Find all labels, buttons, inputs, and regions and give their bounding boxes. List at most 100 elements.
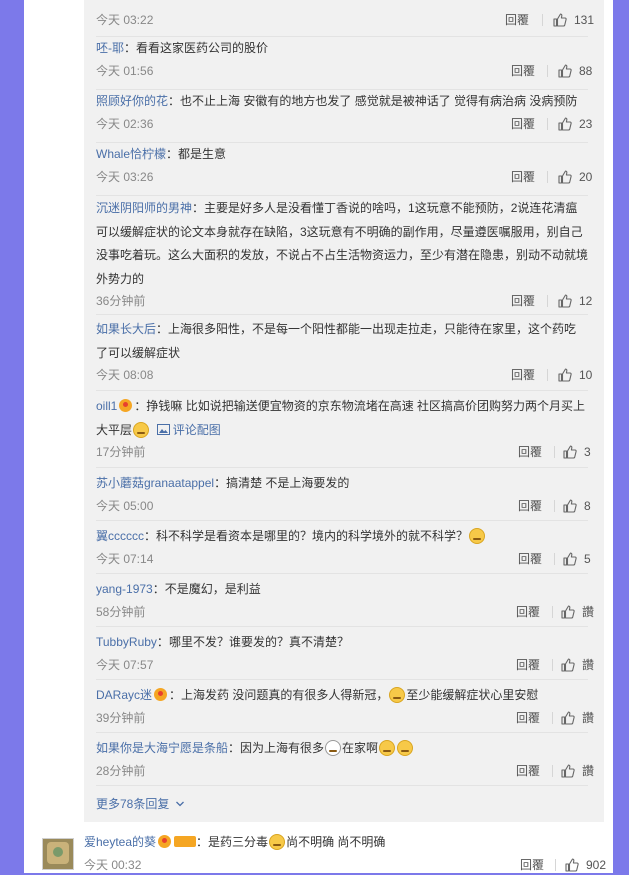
- thumbs-up-icon: [561, 710, 575, 725]
- reply-text: TubbyRuby：哪里不发？谁要发的？真不清楚？: [96, 635, 349, 649]
- vip-badge-icon: [158, 835, 172, 848]
- reply-item: 今天 03:22 回覆 131: [96, 10, 594, 30]
- reply-username[interactable]: Whale恰柠檬: [96, 147, 166, 161]
- reply-meta: 今天 03:26 回覆 20: [96, 167, 592, 187]
- reply-button[interactable]: 回覆: [516, 708, 540, 728]
- image-icon: [156, 423, 170, 435]
- reply-button[interactable]: 回覆: [511, 61, 535, 81]
- reply-button[interactable]: 回覆: [511, 291, 535, 311]
- reply-username[interactable]: 翼cccccc: [96, 529, 144, 543]
- emoji-icon: [269, 834, 286, 850]
- reply-meta: 今天 08:08 回覆 10: [96, 365, 592, 385]
- reply-text: 苏小蘑菇granaatappel：搞清楚 不是上海要发的: [96, 476, 350, 490]
- avatar[interactable]: [42, 838, 74, 870]
- reply-body: 搞清楚 不是上海要发的: [226, 476, 350, 490]
- divider: [547, 369, 548, 381]
- image-link[interactable]: 评论配图: [156, 423, 221, 437]
- divider: [96, 195, 588, 196]
- reply-username[interactable]: 如果你是大海宁愿是条船: [96, 741, 228, 755]
- reply-username[interactable]: 如果长大后: [96, 322, 156, 336]
- fan-badge-icon: [174, 836, 197, 847]
- reply-text: 如果长大后：上海很多阳性，不是每一个阳性都能一出现走拉走，只能待在家里，这个药吃…: [96, 322, 577, 360]
- reply-meta: 今天 07:57 回覆 讚: [96, 655, 594, 675]
- reply-item: 呸-耶：看看这家医药公司的股价 今天 01:56 回覆 88: [96, 37, 592, 81]
- reply-body: 哪里不发？谁要发的？真不清楚？: [168, 635, 349, 649]
- reply-meta: 17分钟前 回覆 3: [96, 442, 591, 462]
- reply-button[interactable]: 回覆: [520, 855, 544, 875]
- thumbs-up-icon: [563, 498, 577, 513]
- reply-button[interactable]: 回覆: [511, 365, 535, 385]
- comment-meta: 今天 00:32 回覆 902: [84, 855, 606, 875]
- divider: [96, 390, 588, 391]
- like-count: 讚: [582, 710, 595, 725]
- reply-item: 如果你是大海宁愿是条船：因为上海有很多 在家啊 28分钟前 回覆 讚: [96, 737, 594, 781]
- divider: [547, 64, 548, 77]
- reply-username[interactable]: 沉迷阴阳师的男神: [96, 201, 192, 215]
- reply-username[interactable]: TubbyRuby: [96, 635, 157, 649]
- emoji-icon: [325, 740, 342, 756]
- comment-text: 爱heytea的葵 ：是药三分毒 尚不明确 尚不明确: [84, 834, 386, 850]
- thumbs-up-icon: [563, 445, 577, 459]
- reply-time: 28分钟前: [96, 763, 146, 778]
- reply-username[interactable]: yang-1973: [96, 582, 153, 596]
- reply-item: DARayc迷 ：上海发药 没问题真的有很多人得新冠， 至少能缓解症状心里安慰 39…: [96, 684, 594, 728]
- reply-button[interactable]: 回覆: [516, 761, 540, 781]
- reply-item: 沉迷阴阳师的男神：主要是好多人是没看懂丁香说的啥吗，1这玩意不能预防，2说连花清…: [96, 197, 592, 311]
- reply-button[interactable]: 回覆: [505, 10, 529, 30]
- comment-item: 爱heytea的葵 ：是药三分毒 尚不明确 尚不明确 今天 00:32 回覆 902: [84, 831, 606, 875]
- reply-meta: 今天 07:14 回覆 5: [96, 549, 591, 569]
- reply-button[interactable]: 回覆: [516, 655, 540, 675]
- thumbs-up-icon: [558, 169, 572, 184]
- like-count: 12: [579, 294, 593, 308]
- like-count: 10: [579, 368, 593, 382]
- reply-item: 如果长大后：上海很多阳性，不是每一个阳性都能一出现走拉走，只能待在家里，这个药吃…: [96, 318, 592, 385]
- like-count: 讚: [582, 604, 595, 619]
- thumbs-up-icon: [561, 763, 575, 778]
- reply-time: 今天 03:22: [96, 13, 154, 27]
- emoji-icon: [389, 687, 406, 703]
- reply-text: DARayc迷 ：上海发药 没问题真的有很多人得新冠， 至少能缓解症状心里安慰: [96, 687, 539, 703]
- reply-button[interactable]: 回覆: [518, 496, 542, 516]
- reply-text: 呸-耶：看看这家医药公司的股价: [96, 41, 269, 55]
- reply-item: 翼cccccc：科不科学是看资本是哪里的？境内的科学境外的就不科学？ 今天 07…: [96, 525, 591, 569]
- reply-body: 因为上海有很多: [240, 741, 325, 755]
- reply-body: 不是魔幻，是利益: [164, 582, 261, 596]
- reply-username[interactable]: 呸-耶: [96, 41, 124, 55]
- divider: [554, 552, 555, 565]
- reply-meta: 今天 01:56 回覆 88: [96, 61, 592, 81]
- reply-button[interactable]: 回覆: [518, 549, 542, 569]
- reply-button[interactable]: 回覆: [511, 167, 535, 187]
- reply-time: 今天 01:56: [96, 63, 154, 78]
- divider: [547, 170, 548, 183]
- divider: [547, 117, 548, 130]
- emoji-icon: [379, 740, 396, 756]
- reply-username[interactable]: DARayc迷: [96, 688, 152, 702]
- like-count: 131: [574, 13, 595, 27]
- reply-button[interactable]: 回覆: [511, 114, 535, 134]
- vip-badge-icon: [119, 399, 133, 412]
- thumbs-up-icon: [558, 368, 572, 382]
- reply-item: 照顾好你的花：也不止上海 安徽有的地方也发了 感觉就是被神话了 觉得有病治病 没…: [96, 90, 592, 134]
- reply-username[interactable]: 苏小蘑菇granaatappel: [96, 476, 214, 490]
- reply-item: 苏小蘑菇granaatappel：搞清楚 不是上海要发的 今天 05:00 回覆…: [96, 472, 591, 516]
- like-count: 23: [579, 116, 593, 131]
- reply-username[interactable]: 照顾好你的花: [96, 94, 168, 108]
- divider: [554, 499, 555, 512]
- reply-body: 上海发药 没问题真的有很多人得新冠，: [181, 688, 389, 702]
- reply-username[interactable]: oill1: [96, 399, 117, 413]
- vip-badge-icon: [154, 688, 168, 701]
- comment-username[interactable]: 爱heytea的葵: [84, 835, 156, 849]
- reply-item: yang-1973：不是魔幻，是利益 58分钟前 回覆 讚: [96, 578, 594, 622]
- more-replies-link[interactable]: 更多78条回复: [96, 795, 185, 812]
- like-count: 88: [579, 63, 593, 78]
- reply-text: 翼cccccc：科不科学是看资本是哪里的？境内的科学境外的就不科学？: [96, 525, 588, 549]
- reply-button[interactable]: 回覆: [516, 602, 540, 622]
- divider: [96, 679, 588, 680]
- reply-item: oill1 ：挣钱嘛 比如说把输送便宜物资的京东物流堵在高速 社区搞高价团购努力两…: [96, 395, 591, 462]
- reply-meta: 今天 03:22 回覆 131: [96, 10, 594, 30]
- reply-meta: 39分钟前 回覆 讚: [96, 708, 594, 728]
- reply-body-cont: 至少能缓解症状心里安慰: [406, 688, 539, 702]
- reply-button[interactable]: 回覆: [518, 442, 542, 462]
- like-count: 8: [584, 498, 591, 513]
- like-count: 讚: [582, 763, 595, 778]
